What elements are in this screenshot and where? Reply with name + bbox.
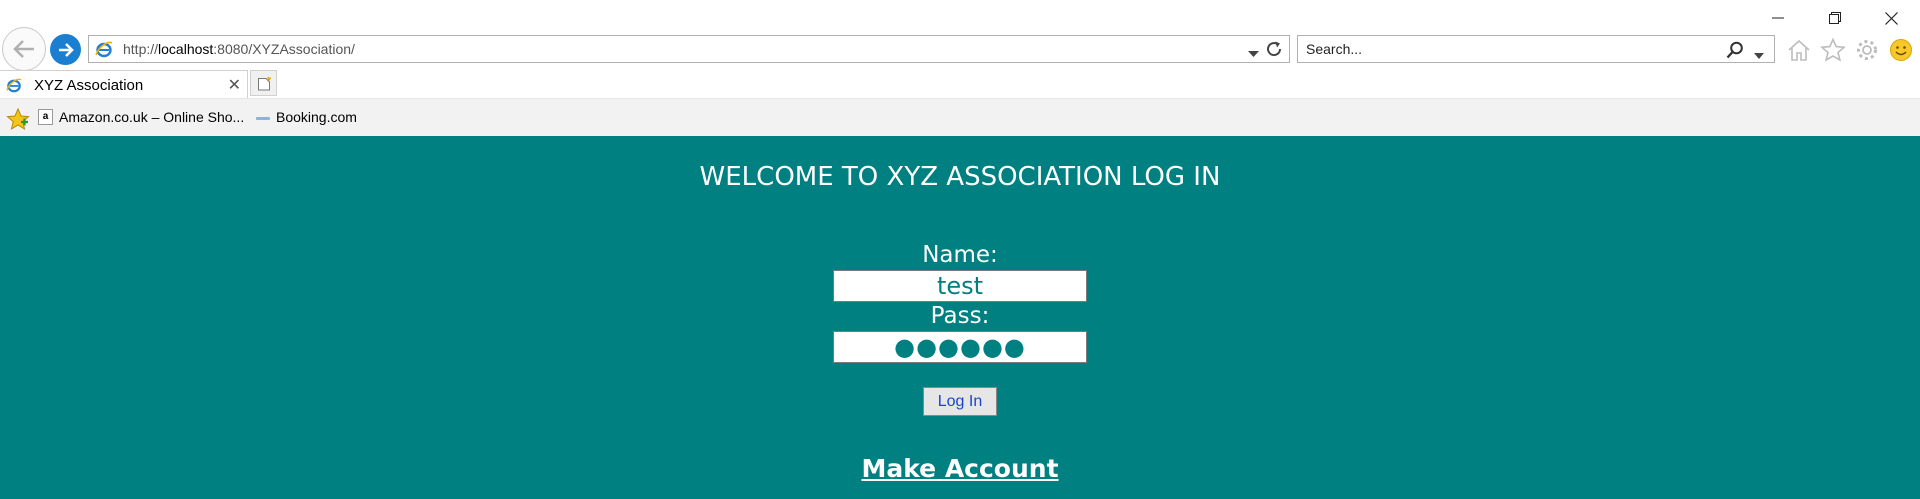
feedback-smiley-icon[interactable] (1888, 36, 1914, 64)
url-path: :8080/XYZAssociation/ (213, 41, 355, 57)
browser-toolbar (1786, 36, 1914, 64)
home-icon[interactable] (1786, 36, 1812, 64)
forward-arrow-icon (58, 42, 74, 57)
amazon-a-icon: a (38, 109, 53, 125)
page-title: WELCOME TO XYZ ASSOCIATION LOG IN (699, 162, 1221, 192)
name-label: Name: (922, 242, 998, 268)
browser-chrome: http://localhost:8080/XYZAssociation/ Se… (0, 0, 1920, 136)
close-tab-icon[interactable]: ✕ (228, 75, 241, 95)
address-url[interactable]: http://localhost:8080/XYZAssociation/ (123, 41, 355, 57)
favorite-booking[interactable]: Booking.com (256, 109, 357, 125)
favorite-amazon[interactable]: a Amazon.co.uk – Online Sho... (38, 109, 244, 125)
booking-icon (256, 116, 270, 120)
ie-tab-icon (6, 78, 22, 98)
restore-button[interactable] (1806, 0, 1863, 36)
login-button[interactable]: Log In (923, 387, 997, 416)
forward-button[interactable] (50, 34, 81, 65)
tab-title: XYZ Association (34, 77, 144, 94)
login-page: WELCOME TO XYZ ASSOCIATION LOG IN Name: … (0, 136, 1920, 499)
search-icon[interactable] (1726, 41, 1744, 64)
make-account-link[interactable]: Make Account (0, 454, 1920, 483)
new-tab-icon (257, 76, 271, 90)
pass-label: Pass: (930, 303, 990, 329)
tab-strip: XYZ Association ✕ (0, 70, 1920, 98)
ie-page-icon (95, 41, 113, 63)
search-box[interactable] (1297, 35, 1775, 63)
name-input[interactable] (833, 270, 1087, 302)
tab-xyz-association[interactable]: XYZ Association ✕ (0, 70, 248, 98)
search-dropdown-icon[interactable] (1754, 46, 1764, 64)
url-scheme: http:// (123, 41, 159, 57)
url-host: localhost (158, 41, 214, 57)
minimize-button[interactable] (1749, 0, 1806, 36)
favorites-bar: a Amazon.co.uk – Online Sho... Booking.c… (0, 98, 1920, 136)
new-tab-button[interactable] (250, 70, 277, 96)
refresh-icon[interactable] (1265, 40, 1283, 63)
add-favorite-star-icon[interactable] (6, 107, 30, 136)
search-input[interactable] (1304, 40, 1688, 58)
close-window-button[interactable] (1863, 0, 1920, 36)
settings-gear-icon[interactable] (1854, 36, 1880, 64)
favorite-amazon-label: Amazon.co.uk – Online Sho... (59, 109, 245, 125)
favorite-booking-label: Booking.com (276, 109, 357, 125)
back-button[interactable] (2, 27, 46, 71)
back-arrow-icon (13, 40, 34, 58)
password-input[interactable] (833, 331, 1087, 363)
window-controls (1749, 0, 1920, 36)
favorites-star-icon[interactable] (1820, 36, 1846, 64)
address-bar[interactable]: http://localhost:8080/XYZAssociation/ (88, 35, 1290, 63)
address-dropdown-icon[interactable] (1248, 45, 1259, 63)
